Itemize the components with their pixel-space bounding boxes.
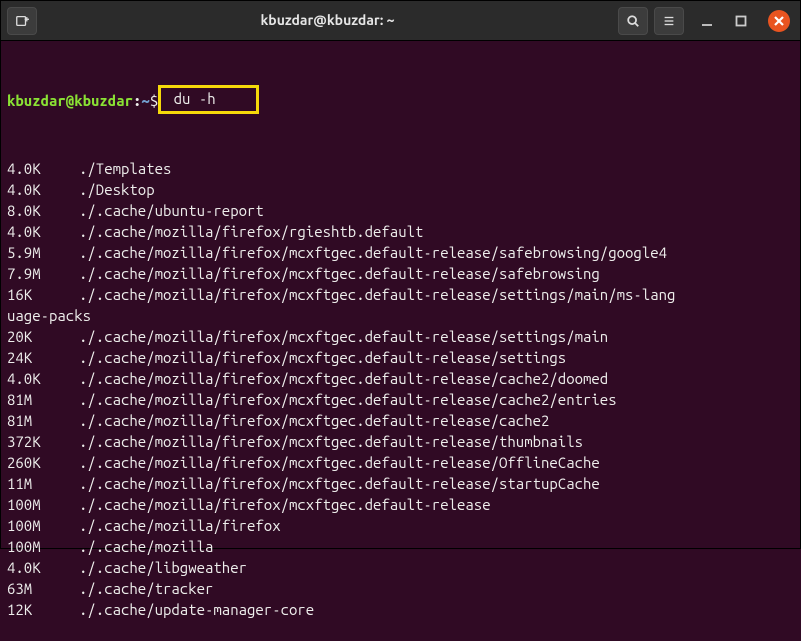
size-cell: 4.0K	[7, 158, 79, 179]
path-cell: ./.cache/mozilla/firefox/mcxftgec.defaul…	[79, 328, 608, 345]
hamburger-icon	[662, 14, 676, 28]
menu-button[interactable]	[654, 7, 684, 35]
path-cell: ./.cache/libgweather	[79, 559, 247, 576]
title-bar: kbuzdar@kbuzdar: ~	[1, 1, 800, 41]
path-cell: ./.cache/ubuntu-report	[79, 202, 264, 219]
path-cell: ./.cache/mozilla/firefox/mcxftgec.defaul…	[79, 454, 600, 471]
size-cell: 81M	[7, 410, 79, 431]
path-cell: ./.cache/mozilla/firefox/mcxftgec.defaul…	[79, 349, 566, 366]
size-cell: 372K	[7, 431, 79, 452]
prompt-path: ~	[141, 92, 149, 109]
size-cell: 8.0K	[7, 200, 79, 221]
minimize-button[interactable]	[696, 10, 718, 32]
output-row: 81M./.cache/mozilla/firefox/mcxftgec.def…	[7, 410, 794, 431]
path-cell: ./Templates	[79, 160, 171, 177]
path-cell: ./.cache/mozilla/firefox/mcxftgec.defaul…	[79, 265, 600, 282]
output-row: 16K./.cache/mozilla/firefox/mcxftgec.def…	[7, 284, 794, 305]
size-cell: 16K	[7, 284, 79, 305]
size-cell: 4.0K	[7, 368, 79, 389]
size-cell: 4.0K	[7, 221, 79, 242]
size-cell: 63M	[7, 578, 79, 599]
maximize-icon	[735, 15, 747, 27]
size-cell: 81M	[7, 389, 79, 410]
output-row: 100M./.cache/mozilla/firefox/mcxftgec.de…	[7, 494, 794, 515]
output-row: 372K./.cache/mozilla/firefox/mcxftgec.de…	[7, 431, 794, 452]
output-row: 4.0K./.cache/libgweather	[7, 557, 794, 578]
output-row: 4.0K./Templates	[7, 158, 794, 179]
output-row: 100M./.cache/mozilla	[7, 536, 794, 557]
output-row: 260K./.cache/mozilla/firefox/mcxftgec.de…	[7, 452, 794, 473]
maximize-button[interactable]	[730, 10, 752, 32]
path-cell: ./.cache/mozilla/firefox	[79, 517, 281, 534]
prompt-dollar: $	[150, 92, 158, 109]
path-cell: ./.cache/mozilla	[79, 538, 213, 555]
prompt-user-host: kbuzdar@kbuzdar	[7, 92, 133, 109]
path-cell: ./.cache/mozilla/firefox/mcxftgec.defaul…	[79, 391, 617, 408]
close-button[interactable]	[768, 10, 790, 32]
size-cell: 11M	[7, 473, 79, 494]
search-button[interactable]	[618, 7, 648, 35]
size-cell: 5.9M	[7, 242, 79, 263]
output-row: 4.0K./.cache/mozilla/firefox/rgieshtb.de…	[7, 221, 794, 242]
path-cell: ./Desktop	[79, 181, 155, 198]
path-cell: ./.cache/mozilla/firefox/mcxftgec.defaul…	[79, 370, 608, 387]
output-row: 7.9M./.cache/mozilla/firefox/mcxftgec.de…	[7, 263, 794, 284]
path-cell: ./.cache/mozilla/firefox/mcxftgec.defaul…	[79, 433, 583, 450]
output-row: 63M./.cache/tracker	[7, 578, 794, 599]
size-cell: 100M	[7, 494, 79, 515]
path-cell: ./.cache/update-manager-core	[79, 601, 314, 618]
command-output: 4.0K./Templates4.0K./Desktop8.0K./.cache…	[7, 158, 794, 620]
prompt-line: kbuzdar@kbuzdar:~$ du -h	[7, 87, 794, 116]
path-cell: ./.cache/tracker	[79, 580, 213, 597]
size-cell: 12K	[7, 599, 79, 620]
size-cell: 260K	[7, 452, 79, 473]
size-cell: 100M	[7, 536, 79, 557]
size-cell: 100M	[7, 515, 79, 536]
output-row: 20K./.cache/mozilla/firefox/mcxftgec.def…	[7, 326, 794, 347]
command-highlight: du -h	[158, 85, 258, 114]
new-tab-button[interactable]	[7, 7, 37, 35]
output-row: 4.0K./Desktop	[7, 179, 794, 200]
command-text: du -h	[174, 90, 216, 107]
output-row: 12K./.cache/update-manager-core	[7, 599, 794, 620]
size-cell: 4.0K	[7, 557, 79, 578]
path-cell: ./.cache/mozilla/firefox/mcxftgec.defaul…	[79, 475, 600, 492]
path-cell: ./.cache/mozilla/firefox/mcxftgec.defaul…	[79, 412, 549, 429]
path-cell: ./.cache/mozilla/firefox/mcxftgec.defaul…	[79, 286, 675, 303]
output-row: 5.9M./.cache/mozilla/firefox/mcxftgec.de…	[7, 242, 794, 263]
path-cell: ./.cache/mozilla/firefox/rgieshtb.defaul…	[79, 223, 423, 240]
close-icon	[774, 16, 784, 26]
output-row: 100M./.cache/mozilla/firefox	[7, 515, 794, 536]
window-title: kbuzdar@kbuzdar: ~	[43, 10, 612, 31]
output-row: 81M./.cache/mozilla/firefox/mcxftgec.def…	[7, 389, 794, 410]
output-row: 8.0K./.cache/ubuntu-report	[7, 200, 794, 221]
terminal-body[interactable]: kbuzdar@kbuzdar:~$ du -h 4.0K./Templates…	[1, 41, 800, 641]
output-row-wrap: uage-packs	[7, 305, 794, 326]
size-cell: 20K	[7, 326, 79, 347]
new-tab-icon	[15, 14, 29, 28]
output-row: 11M./.cache/mozilla/firefox/mcxftgec.def…	[7, 473, 794, 494]
path-cell: ./.cache/mozilla/firefox/mcxftgec.defaul…	[79, 496, 491, 513]
size-cell: 4.0K	[7, 179, 79, 200]
output-row: 4.0K./.cache/mozilla/firefox/mcxftgec.de…	[7, 368, 794, 389]
size-cell: 7.9M	[7, 263, 79, 284]
path-cell: ./.cache/mozilla/firefox/mcxftgec.defaul…	[79, 244, 667, 261]
minimize-icon	[701, 15, 713, 27]
size-cell: 24K	[7, 347, 79, 368]
search-icon	[626, 14, 640, 28]
output-row: 24K./.cache/mozilla/firefox/mcxftgec.def…	[7, 347, 794, 368]
